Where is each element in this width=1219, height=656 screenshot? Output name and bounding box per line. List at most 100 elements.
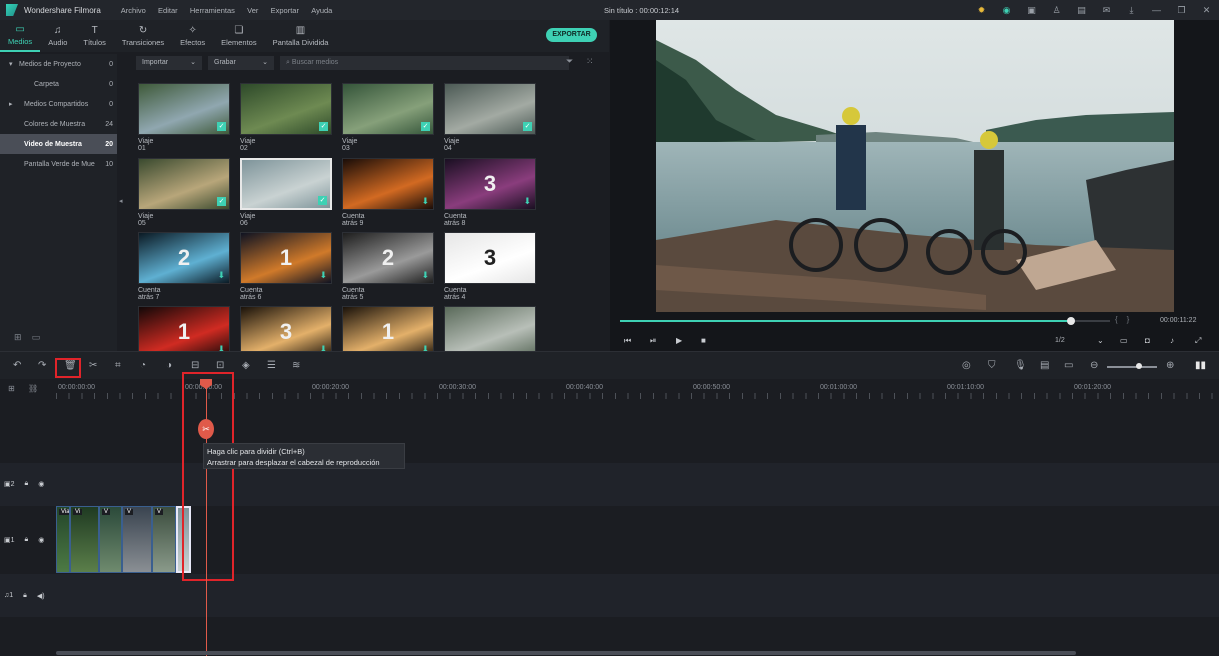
split-scissors-icon[interactable]: ✂ [198, 419, 214, 439]
green-screen-icon[interactable]: ⊟ [191, 360, 199, 371]
collapse-panel-icon[interactable]: ◂ [119, 197, 123, 205]
media-thumbnail[interactable]: 3 ⬇ [444, 158, 536, 210]
save-icon[interactable]: ▤ [1069, 5, 1094, 16]
export-button[interactable]: EXPORTAR [546, 28, 597, 42]
keyframe-icon[interactable]: ◈ [242, 360, 250, 371]
media-thumbnail[interactable]: ✓ [240, 158, 332, 210]
media-thumbnail[interactable]: ✓ [342, 83, 434, 135]
media-thumbnail[interactable]: 2 ⬇ [138, 232, 230, 284]
library-item-shared-media[interactable]: ▸ Medios Compartidos 0 [0, 94, 117, 114]
stop-icon[interactable]: ■ [701, 336, 706, 345]
play-pause-icon[interactable]: ⏯ [650, 336, 656, 346]
volume-icon[interactable]: ♪ [1170, 336, 1174, 345]
tab-pantalla-dividida[interactable]: ▥ Pantalla Dividida [265, 20, 337, 52]
download-icon[interactable]: ⬇ [421, 196, 429, 207]
zoom-out-icon[interactable]: ⊖ [1090, 360, 1098, 371]
subtitle-icon[interactable]: ▭ [1064, 360, 1073, 371]
user-icon[interactable]: ♙ [1044, 5, 1069, 16]
cut-icon[interactable]: ✂ [89, 360, 97, 371]
preview-progress-knob[interactable] [1066, 317, 1075, 325]
tab-audio[interactable]: ♫ Audio [40, 20, 75, 52]
zoom-slider-knob[interactable] [1136, 363, 1142, 369]
menu-editar[interactable]: Editar [158, 6, 178, 15]
eye-icon[interactable]: ◉ [38, 480, 44, 488]
menu-exportar[interactable]: Exportar [271, 6, 299, 15]
media-thumbnail[interactable]: ✓ [444, 83, 536, 135]
minimize-icon[interactable]: — [1144, 5, 1169, 15]
filter-icon[interactable]: ⏷ [566, 56, 573, 67]
library-item-sample-colors[interactable]: Colores de Muestra 24 [0, 114, 117, 134]
library-item-project-media[interactable]: ▾ Medios de Proyecto 0 [0, 54, 117, 74]
preview-progress-bar[interactable] [620, 317, 1110, 325]
import-dropdown[interactable]: Importar ⌄ [136, 56, 202, 70]
lightbulb-icon[interactable]: ✹ [969, 5, 994, 16]
zoom-in-icon[interactable]: ⊕ [1166, 360, 1174, 371]
library-item-folder[interactable]: Carpeta 0 [0, 74, 117, 94]
monitor-icon[interactable]: ▭ [1120, 336, 1128, 345]
timeline-scrollbar[interactable] [56, 651, 1076, 655]
fullscreen-icon[interactable]: ⤢ [1195, 336, 1201, 346]
tab-transiciones[interactable]: ↻ Transiciones [114, 20, 172, 52]
render-icon[interactable]: ◎ [962, 360, 971, 371]
gift-icon[interactable]: ▣ [1019, 5, 1044, 16]
new-folder-icon[interactable]: ⊞ [14, 332, 22, 342]
search-input[interactable]: ⌕ Buscar medios [280, 56, 569, 70]
lock-icon[interactable]: 🔒︎ [23, 592, 27, 600]
timeline-clip[interactable]: V [152, 506, 176, 573]
mail-icon[interactable]: ✉ [1094, 5, 1119, 16]
eye-icon[interactable]: ◉ [38, 536, 44, 544]
adjust-icon[interactable]: ☰ [267, 360, 276, 371]
library-item-sample-video[interactable]: Video de Muestra 20 [0, 134, 117, 154]
headset-icon[interactable]: ◉ [994, 5, 1019, 16]
download-icon[interactable]: ⤓ [1119, 5, 1144, 16]
microphone-icon[interactable]: 🎙 [1014, 360, 1027, 371]
lock-icon[interactable]: 🔒︎ [25, 480, 29, 488]
media-thumbnail[interactable]: ⬇ [342, 158, 434, 210]
close-icon[interactable]: ✕ [1194, 5, 1219, 16]
menu-ver[interactable]: Ver [247, 6, 258, 15]
grid-view-icon[interactable]: ⁙ [586, 56, 594, 67]
media-thumbnail[interactable]: 1 ⬇ [240, 232, 332, 284]
motion-icon[interactable]: ⊡ [216, 360, 224, 371]
tab-efectos[interactable]: ✧ Efectos [172, 20, 213, 52]
chevron-down-icon[interactable]: ⌄ [1097, 336, 1104, 345]
menu-ayuda[interactable]: Ayuda [311, 6, 332, 15]
speed-icon[interactable]: ◔ [140, 360, 146, 371]
redo-icon[interactable]: ↷ [38, 360, 46, 371]
audio-wave-icon[interactable]: ≋ [292, 360, 300, 371]
record-dropdown[interactable]: Grabar ⌄ [208, 56, 274, 70]
timeline-clip[interactable]: Vi [70, 506, 99, 573]
media-thumbnail[interactable]: ✓ [138, 158, 230, 210]
tab-medios[interactable]: ▭ Medios [0, 20, 41, 52]
play-icon[interactable]: ▶ [676, 336, 682, 345]
media-thumbnail[interactable]: 2 ⬇ [342, 232, 434, 284]
menu-herramientas[interactable]: Herramientas [190, 6, 235, 15]
link-icon[interactable]: ⛓ [28, 384, 38, 393]
timeline-clip[interactable]: Viaje [56, 506, 70, 573]
color-icon[interactable]: ◑ [166, 360, 172, 371]
crop-icon[interactable]: ⌗ [115, 360, 121, 371]
download-icon[interactable]: ⬇ [217, 270, 225, 281]
library-item-green-screen[interactable]: Pantalla Verde de Mue 10 [0, 154, 117, 174]
restore-icon[interactable]: ❐ [1169, 5, 1194, 16]
marker-icon[interactable]: ⛉ [988, 360, 996, 371]
media-thumbnail[interactable]: ✓ [138, 83, 230, 135]
download-icon[interactable]: ⬇ [421, 270, 429, 281]
menu-archivo[interactable]: Archivo [121, 6, 146, 15]
download-icon[interactable]: ⬇ [319, 270, 327, 281]
in-out-brackets[interactable]: { } [1115, 315, 1129, 324]
snapshot-icon[interactable]: ◘ [1145, 336, 1150, 345]
media-thumbnail[interactable]: 3 [444, 232, 536, 284]
media-thumbnail[interactable]: ✓ [240, 83, 332, 135]
timeline-clip[interactable]: V [122, 506, 152, 573]
timeline-clip[interactable]: V [99, 506, 122, 573]
playback-ratio-select[interactable]: 1/2 [1055, 337, 1065, 344]
add-track-icon[interactable]: ⊞ [8, 384, 15, 393]
audio-mixer-icon[interactable]: ▤ [1040, 360, 1049, 371]
speaker-icon[interactable]: ◀) [37, 592, 45, 600]
download-icon[interactable]: ⬇ [523, 196, 531, 207]
zoom-slider[interactable] [1107, 366, 1157, 368]
tab-titulos[interactable]: T Títulos [75, 20, 114, 52]
tab-elementos[interactable]: ❏ Elementos [213, 20, 264, 52]
undo-icon[interactable]: ↶ [13, 360, 21, 371]
